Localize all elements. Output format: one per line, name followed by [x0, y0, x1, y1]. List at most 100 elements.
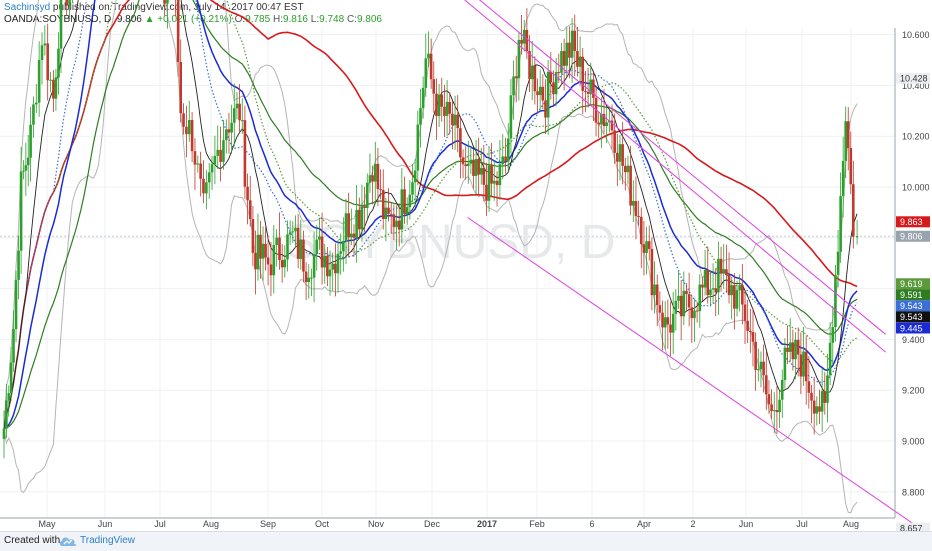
price-chart[interactable]: SOYBNUSD, D 12.20012.00011.80011.60011.4… [0, 0, 932, 531]
candle-body [315, 239, 319, 255]
candle-body [802, 351, 805, 377]
x-tick-label: Nov [368, 519, 385, 529]
candle-body [490, 165, 493, 184]
price-label-text: 9.619 [900, 279, 923, 289]
candle-body [371, 175, 374, 182]
candle-body [240, 120, 244, 122]
candle-body [304, 271, 308, 282]
candle-body [855, 236, 859, 238]
candle-body [213, 155, 217, 165]
candle-body [299, 239, 303, 259]
candle-body [642, 244, 646, 253]
candle-body [669, 324, 672, 333]
candle-body [269, 264, 273, 276]
candle-body [163, 0, 166, 4]
candle-body [26, 157, 30, 166]
candle-body [32, 104, 35, 125]
candle-body [770, 404, 773, 412]
candle-body [709, 289, 712, 296]
candle-body [767, 394, 771, 405]
candle-body [849, 148, 853, 185]
candle-body [421, 87, 425, 109]
candle-body [509, 95, 513, 139]
candle-body [487, 165, 491, 201]
candle-body [296, 227, 300, 259]
candle-body [363, 206, 366, 208]
candle-body [666, 317, 670, 325]
candle-body [661, 312, 664, 328]
candle-body [474, 159, 478, 176]
candle-body [12, 329, 15, 363]
candle-body [560, 51, 563, 73]
candle-body [804, 351, 808, 382]
candle-body [43, 43, 47, 46]
candle-body [836, 251, 840, 275]
candle-body [783, 347, 787, 380]
candle-body [711, 288, 715, 290]
candle-body [459, 128, 462, 158]
candle-body [663, 317, 667, 328]
candle-body [717, 258, 720, 293]
candle-body [283, 259, 287, 268]
candle-body [379, 188, 382, 190]
candle-body [259, 234, 262, 259]
candle-body [466, 163, 470, 167]
candle-body [445, 101, 449, 116]
candle-body [616, 152, 619, 162]
candle-body [365, 182, 369, 208]
candle-body [243, 120, 247, 187]
candle-body [176, 0, 180, 63]
candle-body [682, 290, 686, 317]
tradingview-brand[interactable]: TradingView [80, 535, 135, 546]
candle-body [844, 121, 847, 161]
candle-body [576, 50, 579, 67]
price-label-text: 8.657 [900, 523, 923, 531]
candle-body [479, 167, 483, 175]
candle-body [312, 254, 316, 278]
y-tick-label: 9.000 [902, 437, 925, 447]
candle-body [762, 361, 765, 376]
candle-body [437, 94, 441, 117]
candle-body [19, 171, 23, 251]
candle-body [725, 269, 728, 276]
candle-body [828, 342, 832, 376]
candle-body [339, 251, 342, 254]
candle-body [759, 361, 763, 370]
candle-body [722, 269, 726, 274]
candle-body [464, 164, 467, 167]
candle-body [238, 103, 241, 121]
candle-body [40, 45, 44, 61]
x-tick-label: Jul [154, 519, 166, 529]
candle-body [685, 290, 688, 295]
candle-body [344, 213, 348, 242]
candle-body [568, 42, 571, 58]
candle-body [815, 406, 819, 414]
candle-body [17, 250, 20, 280]
candle-body [639, 216, 643, 245]
candle-body [584, 90, 587, 92]
x-tick-label: Aug [203, 519, 219, 529]
candle-body [227, 129, 231, 133]
candle-body [506, 138, 510, 162]
candle-body [302, 239, 305, 272]
candle-body [440, 94, 444, 107]
y-tick-label: 9.400 [902, 335, 925, 345]
candle-body [730, 285, 733, 296]
candle-body [202, 178, 205, 194]
candle-body [216, 149, 220, 156]
candle-body [629, 165, 632, 206]
candle-body [307, 277, 311, 282]
x-tick-label: Jun [739, 519, 754, 529]
candle-body [196, 163, 200, 165]
x-tick-label: 6 [589, 519, 594, 529]
candle-body [326, 255, 329, 277]
candle-body [207, 172, 211, 183]
x-tick-label: 2 [690, 519, 695, 529]
candle-body [674, 300, 678, 314]
candle-body [613, 130, 616, 153]
candle-body [334, 263, 337, 274]
candle-body [778, 399, 781, 413]
candle-body [373, 163, 377, 182]
candle-body [512, 76, 515, 96]
candle-body [230, 122, 233, 133]
